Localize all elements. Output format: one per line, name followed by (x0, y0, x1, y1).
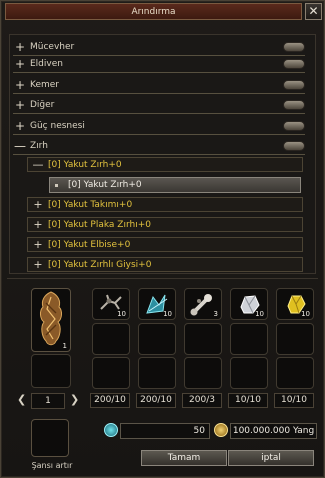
slider-knob-icon (283, 59, 305, 69)
material-slot[interactable]: 10 (230, 288, 268, 320)
expand-icon: + (33, 238, 43, 251)
material-slot-empty[interactable] (230, 323, 268, 355)
slider-knob-icon (283, 80, 305, 90)
material-slot-empty[interactable] (138, 357, 176, 389)
subgroup-yakut-zirh[interactable]: — [0] Yakut Zırh+0 (27, 157, 303, 172)
material-slot[interactable]: 3 (184, 288, 222, 320)
material-ratio: 200/3 (182, 393, 222, 408)
material-ratio: 10/10 (228, 393, 268, 408)
material-ratio: 10/10 (274, 393, 314, 408)
material-slot-empty[interactable] (230, 357, 268, 389)
subgroup-yakut-elbise[interactable]: + [0] Yakut Elbise+0 (27, 237, 303, 252)
category-label: Eldiven (30, 59, 63, 69)
material-slot[interactable]: 10 (276, 288, 314, 320)
category-zirh[interactable]: — Zırh (13, 138, 305, 155)
title-bar[interactable]: Arındırma (5, 3, 302, 20)
material-slot-empty[interactable] (184, 323, 222, 355)
material-slot[interactable]: 10 (138, 288, 176, 320)
material-slot-empty[interactable] (184, 357, 222, 389)
close-button[interactable]: ✕ (305, 3, 322, 20)
material-slot-empty[interactable] (92, 323, 130, 355)
collapse-icon: — (32, 158, 44, 171)
luck-item-slot[interactable] (31, 419, 69, 457)
material-slot-empty[interactable] (276, 357, 314, 389)
subgroup-yakut-zirhli-giysi[interactable]: + [0] Yakut Zırhlı Giysi+0 (27, 257, 303, 272)
subgroup-yakut-plaka-zirhi[interactable]: + [0] Yakut Plaka Zırhı+0 (27, 217, 303, 232)
main-item-slot-lower[interactable] (31, 354, 71, 388)
category-label: Mücevher (30, 42, 75, 52)
category-eldiven[interactable]: + Eldiven (13, 56, 305, 73)
category-label: Güç nesnesi (30, 121, 85, 131)
material-slot-empty[interactable] (138, 323, 176, 355)
gem-currency-icon (104, 423, 118, 437)
luck-label: Şansı artır (31, 461, 73, 470)
selected-recipe-item[interactable]: [0] Yakut Zırh+0 (49, 177, 301, 193)
subgroup-label: [0] Yakut Zırhlı Giysi+0 (48, 259, 152, 270)
material-slot[interactable]: 10 (92, 288, 130, 320)
divider (7, 278, 318, 279)
bullet-icon (55, 183, 58, 187)
slot-count: 3 (213, 310, 218, 318)
page-number: 1 (31, 393, 65, 409)
yang-coin-icon (214, 423, 228, 437)
category-guc-nesnesi[interactable]: + Güç nesnesi (13, 118, 305, 135)
expand-icon: + (14, 57, 26, 71)
category-diger[interactable]: + Diğer (13, 97, 305, 114)
category-label: Diğer (30, 100, 55, 110)
cancel-button[interactable]: iptal (228, 450, 314, 466)
expand-icon: + (14, 40, 26, 54)
ok-button[interactable]: Tamam (141, 450, 227, 466)
slider-knob-icon (283, 141, 305, 151)
prev-page-icon[interactable]: ❮ (17, 393, 26, 406)
material-slot-empty[interactable] (276, 323, 314, 355)
expand-icon: + (14, 78, 26, 92)
subgroup-label: [0] Yakut Plaka Zırhı+0 (48, 219, 151, 230)
subgroup-label: [0] Yakut Elbise+0 (48, 239, 131, 250)
expand-icon: + (33, 258, 43, 271)
slider-knob-icon (283, 42, 305, 52)
expand-icon: + (33, 198, 43, 211)
close-icon: ✕ (308, 4, 319, 18)
subgroup-yakut-takimi[interactable]: + [0] Yakut Takımı+0 (27, 197, 303, 212)
next-page-icon[interactable]: ❯ (70, 393, 79, 406)
category-label: Kemer (30, 80, 59, 90)
material-ratio: 200/10 (90, 393, 130, 408)
expand-icon: + (33, 218, 43, 231)
expand-icon: + (14, 119, 26, 133)
refine-window: Arındırma ✕ + Mücevher + Eldiven + Kemer… (0, 0, 325, 478)
selected-item-label: [0] Yakut Zırh+0 (68, 180, 142, 190)
expand-icon: + (14, 98, 26, 112)
slot-count: 10 (163, 310, 172, 318)
slider-knob-icon (283, 100, 305, 110)
material-slot-empty[interactable] (92, 357, 130, 389)
cost-display: 100.000.000 Yang (230, 423, 317, 439)
category-mucevher[interactable]: + Mücevher (13, 39, 305, 56)
slider-knob-icon (283, 121, 305, 131)
subgroup-label: [0] Yakut Zırh+0 (48, 159, 122, 170)
window-title: Arındırma (131, 6, 176, 17)
collapse-icon: — (14, 139, 26, 153)
slot-count: 1 (62, 342, 67, 350)
slot-count: 10 (117, 310, 126, 318)
amount-input[interactable]: 50 (120, 423, 210, 439)
slot-count: 10 (255, 310, 264, 318)
material-ratio: 200/10 (136, 393, 176, 408)
subgroup-label: [0] Yakut Takımı+0 (48, 199, 133, 210)
slot-count: 10 (301, 310, 310, 318)
category-label: Zırh (30, 141, 48, 151)
category-kemer[interactable]: + Kemer (13, 77, 305, 94)
main-item-slot[interactable]: 1 (31, 288, 71, 352)
